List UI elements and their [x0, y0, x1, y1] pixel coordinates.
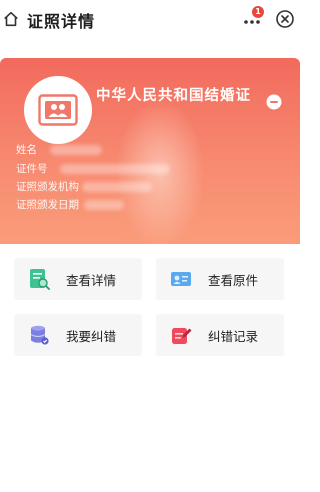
certificate-card[interactable]: 中华人民共和国结婚证 姓名 证件号 证照颁发机构 证照颁发日期	[0, 58, 300, 244]
field-label-name: 姓名	[16, 144, 37, 156]
field-label-date: 证照颁发日期	[16, 199, 79, 211]
collapse-icon[interactable]	[266, 94, 282, 110]
view-details-label: 查看详情	[66, 273, 117, 288]
certificate-photo-icon	[38, 94, 78, 126]
certificate-avatar	[24, 76, 92, 144]
correction-records-button[interactable]: 纠错记录	[156, 314, 284, 356]
certificate-name: 中华人民共和国结婚证	[96, 88, 251, 104]
field-label-id: 证件号	[16, 163, 48, 175]
view-original-button[interactable]: 查看原件	[156, 258, 284, 300]
home-icon[interactable]	[2, 10, 20, 28]
edit-record-icon	[172, 328, 192, 344]
field-value-date	[84, 200, 124, 210]
file-search-icon	[30, 269, 50, 290]
report-error-button[interactable]: 我要纠错	[14, 314, 142, 356]
id-card-icon	[171, 272, 191, 286]
correction-records-label: 纠错记录	[208, 329, 259, 344]
field-label-authority: 证照颁发机构	[16, 181, 79, 193]
field-value-name	[50, 145, 102, 155]
database-icon	[30, 325, 49, 345]
top-bar: 证照详情 1	[0, 0, 300, 40]
view-details-button[interactable]: 查看详情	[14, 258, 142, 300]
field-value-id	[60, 164, 170, 174]
report-error-label: 我要纠错	[66, 329, 117, 344]
page-title: 证照详情	[27, 12, 96, 31]
field-value-authority	[82, 182, 152, 192]
view-original-label: 查看原件	[208, 273, 259, 288]
close-icon[interactable]	[275, 9, 295, 29]
notification-badge: 1	[252, 6, 264, 18]
